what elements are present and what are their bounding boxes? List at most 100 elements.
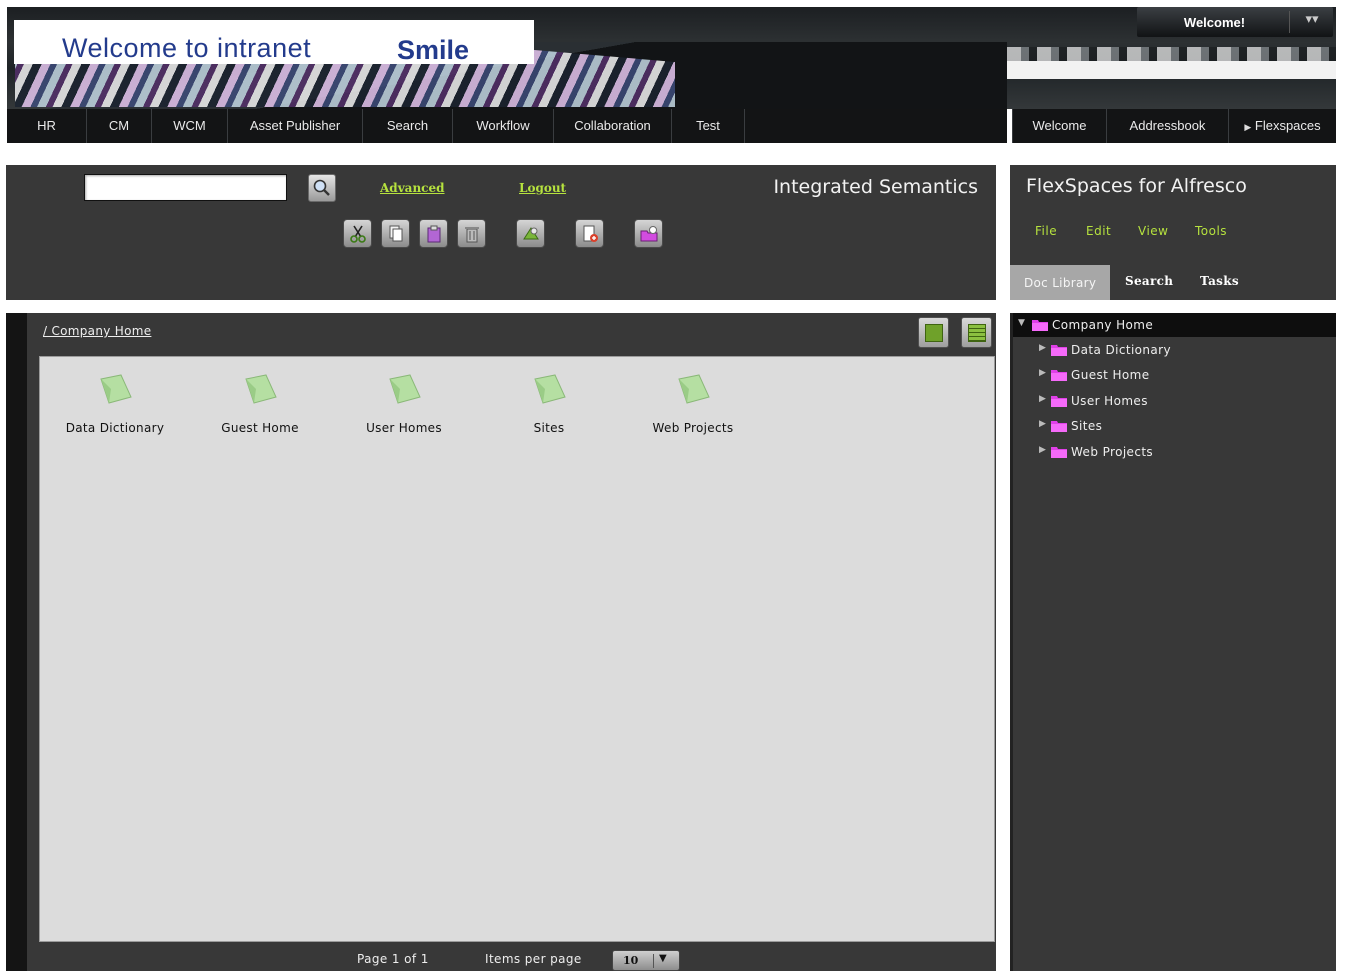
tab-search-label: Search <box>1125 274 1174 288</box>
tab-doc-library-label: Doc Library <box>1024 276 1097 290</box>
collapsed-arrow-icon[interactable]: ▶ <box>1039 343 1046 353</box>
logout-link[interactable]: Logout <box>519 181 566 195</box>
tree-item-label: Web Projects <box>1071 445 1154 459</box>
nav-item-flexspaces[interactable]: ▶ Flexspaces <box>1229 109 1336 143</box>
collapsed-arrow-icon[interactable]: ▶ <box>1039 368 1046 378</box>
tree-item-guest-home[interactable]: ▶ Guest Home <box>1013 363 1336 387</box>
paste-icon <box>427 225 441 243</box>
folder-item[interactable]: Web Projects <box>633 369 753 435</box>
nav-item-search[interactable]: Search <box>363 109 453 143</box>
cut-button[interactable] <box>343 219 372 248</box>
flexspaces-header: FlexSpaces for Alfresco File Edit View T… <box>1010 165 1336 300</box>
main-nav: HR CM WCM Asset Publisher Search Workflo… <box>7 109 1336 143</box>
tab-tasks-label: Tasks <box>1200 274 1239 288</box>
folder-label: Web Projects <box>652 421 734 435</box>
search-button[interactable] <box>308 174 336 202</box>
new-folder-button[interactable] <box>634 219 663 248</box>
list-view-icon <box>968 324 986 342</box>
properties-button[interactable] <box>516 219 545 248</box>
copy-button[interactable] <box>381 219 410 248</box>
folder-icon <box>678 374 710 404</box>
folder-item[interactable]: Data Dictionary <box>55 369 175 435</box>
tree-item-label: Data Dictionary <box>1071 343 1172 357</box>
banner-brand-logo: Smile <box>397 35 470 65</box>
tab-tasks[interactable]: Tasks <box>1182 265 1252 300</box>
toolbar-panel: Advanced Logout Integrated Semantics <box>6 165 996 300</box>
advanced-search-link[interactable]: Advanced <box>380 181 445 195</box>
tab-doc-library[interactable]: Doc Library <box>1010 265 1110 300</box>
collapsed-arrow-icon[interactable]: ▶ <box>1039 394 1046 404</box>
menu-tools[interactable]: Tools <box>1195 224 1227 238</box>
welcome-label: Welcome! <box>1183 15 1246 30</box>
paste-button[interactable] <box>419 219 448 248</box>
folder-item[interactable]: Guest Home <box>200 369 320 435</box>
collapse-gutter[interactable] <box>6 313 27 971</box>
cut-icon <box>350 225 366 243</box>
new-document-button[interactable] <box>575 219 604 248</box>
tree-item-company-home[interactable]: ▼ Company Home <box>1013 313 1336 337</box>
select-separator <box>653 954 654 968</box>
tab-search[interactable]: Search <box>1110 265 1182 300</box>
folder-icon <box>1051 345 1067 356</box>
tree-item-label: Sites <box>1071 419 1103 433</box>
tree-item-sites[interactable]: ▶ Sites <box>1013 414 1336 438</box>
items-per-page-value: 10 <box>623 954 639 967</box>
tree-item-label: User Homes <box>1071 394 1148 408</box>
nav-item-wcm[interactable]: WCM <box>152 109 228 143</box>
pagination-bar: Page 1 of 1 Items per page 10 ▼ <box>27 947 996 971</box>
search-icon <box>313 179 330 196</box>
folder-item[interactable]: Sites <box>489 369 609 435</box>
nav-item-hr[interactable]: HR <box>7 109 87 143</box>
menu-file[interactable]: File <box>1035 224 1057 238</box>
breadcrumb[interactable]: / Company Home <box>43 324 151 338</box>
folder-icon <box>1032 320 1048 331</box>
nav-item-test[interactable]: Test <box>672 109 745 143</box>
icon-view-button[interactable] <box>918 317 949 348</box>
collapsed-arrow-icon[interactable]: ▶ <box>1039 419 1046 429</box>
search-input[interactable] <box>84 174 287 201</box>
nav-item-flexspaces-label: Flexspaces <box>1254 118 1321 133</box>
tree-item-web-projects[interactable]: ▶ Web Projects <box>1013 440 1336 464</box>
folder-icon <box>1051 421 1067 432</box>
nav-item-workflow[interactable]: Workflow <box>453 109 554 143</box>
properties-icon <box>523 227 539 240</box>
welcome-separator <box>1289 11 1290 33</box>
tree-item-label: Company Home <box>1052 318 1154 332</box>
flexspaces-title: FlexSpaces for Alfresco <box>1026 175 1247 197</box>
copy-icon <box>389 225 403 242</box>
nav-item-welcome[interactable]: Welcome <box>1012 109 1107 143</box>
folder-icon <box>1051 370 1067 381</box>
tree-item-data-dictionary[interactable]: ▶ Data Dictionary <box>1013 338 1336 362</box>
folder-icon <box>100 374 132 404</box>
folder-icon <box>389 374 421 404</box>
collapsed-arrow-icon[interactable]: ▶ <box>1039 445 1046 455</box>
welcome-menu[interactable]: Welcome! ▾▾ <box>1137 7 1333 37</box>
folder-tree: ▼ Company Home ▶ Data Dictionary ▶ Guest… <box>1010 313 1336 971</box>
nav-item-cm[interactable]: CM <box>87 109 152 143</box>
menu-edit[interactable]: Edit <box>1086 224 1111 238</box>
delete-icon <box>465 227 479 243</box>
folder-icon <box>534 374 566 404</box>
folder-item[interactable]: User Homes <box>344 369 464 435</box>
expanded-arrow-icon[interactable]: ▼ <box>1018 318 1025 328</box>
nav-item-asset-publisher[interactable]: Asset Publisher <box>228 109 363 143</box>
items-per-page-label: Items per page <box>485 952 582 966</box>
menu-view[interactable]: View <box>1138 224 1168 238</box>
app-title: Integrated Semantics <box>773 176 978 198</box>
chevron-down-icon: ▼ <box>659 953 667 964</box>
chevron-down-icon[interactable]: ▾▾ <box>1297 12 1327 27</box>
tree-item-user-homes[interactable]: ▶ User Homes <box>1013 389 1336 413</box>
folder-view: Data Dictionary Guest Home User Homes Si… <box>39 356 995 942</box>
items-per-page-select[interactable]: 10 ▼ <box>612 950 680 971</box>
delete-button[interactable] <box>457 219 486 248</box>
folder-label: Data Dictionary <box>65 421 165 435</box>
nav-item-addressbook[interactable]: Addressbook <box>1107 109 1229 143</box>
banner-title: Welcome to intranet <box>62 33 312 63</box>
panel-divider <box>1010 300 1336 313</box>
folder-label: Guest Home <box>221 421 299 435</box>
nav-item-collaboration[interactable]: Collaboration <box>554 109 672 143</box>
folder-label: User Homes <box>366 421 442 435</box>
caret-right-icon: ▶ <box>1244 122 1252 132</box>
new-folder-icon <box>640 226 658 242</box>
list-view-button[interactable] <box>961 317 992 348</box>
